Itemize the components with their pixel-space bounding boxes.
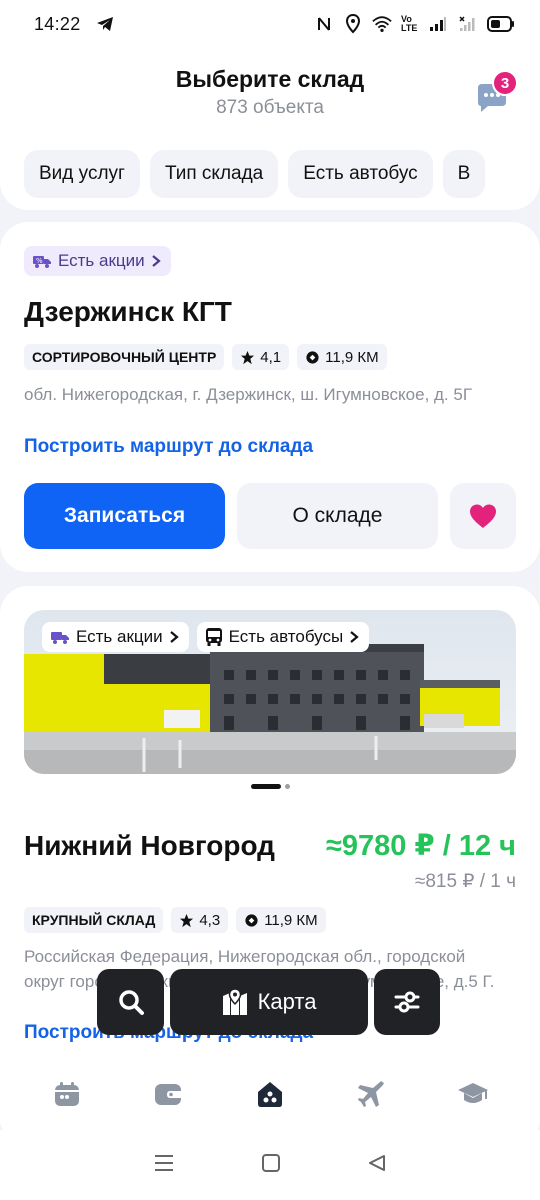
star-icon bbox=[241, 350, 255, 364]
filter-settings-button[interactable] bbox=[374, 969, 440, 1035]
pagination-dot-active bbox=[250, 784, 281, 789]
objects-count: 873 объекта bbox=[216, 97, 324, 118]
about-warehouse-button[interactable]: О складе bbox=[237, 483, 438, 549]
warehouse-name: Нижний Новгород bbox=[24, 830, 275, 861]
promo-label: Есть акции bbox=[58, 251, 145, 270]
photo-badges: Есть акции Есть автобусы bbox=[42, 622, 370, 652]
pagination-dot[interactable] bbox=[284, 784, 290, 789]
filter-chip-service-type[interactable]: Вид услуг bbox=[24, 150, 140, 198]
nav-education[interactable] bbox=[443, 1069, 503, 1119]
recent-apps-button[interactable] bbox=[153, 1154, 175, 1177]
star-icon bbox=[180, 913, 194, 927]
warehouse-type-tag: Крупный склад bbox=[24, 907, 164, 933]
distance-pin-icon bbox=[245, 913, 258, 927]
chevron-right-icon bbox=[151, 255, 161, 267]
route-link[interactable]: Построить маршрут до склада bbox=[24, 436, 313, 458]
battery-icon bbox=[486, 14, 516, 34]
warehouse-photo[interactable]: Есть акции Есть автобусы bbox=[24, 610, 516, 774]
distance-value: 11,9 КМ bbox=[264, 911, 318, 929]
distance-pin-icon bbox=[306, 350, 319, 364]
header: Выберите склад 873 объекта 3 Вид услуг Т… bbox=[0, 48, 540, 210]
signal-icon bbox=[428, 14, 448, 34]
chat-badge: 3 bbox=[492, 70, 518, 96]
nav-home[interactable] bbox=[240, 1069, 300, 1119]
warehouse-type-tag: Сортировочный центр bbox=[24, 344, 225, 370]
volte-label: Vo LTE bbox=[401, 14, 418, 33]
heart-icon bbox=[470, 504, 496, 528]
floating-action-bar: Карта bbox=[97, 969, 440, 1035]
sliders-icon bbox=[394, 991, 420, 1013]
nav-travel[interactable] bbox=[342, 1069, 402, 1119]
filter-chips: Вид услуг Тип склада Есть автобус В bbox=[24, 150, 486, 198]
svg-text:%: % bbox=[36, 257, 43, 265]
distance-value: 11,9 КМ bbox=[325, 348, 379, 366]
wallet-icon bbox=[155, 1084, 182, 1105]
warehouse-tags: Сортировочный центр 4,1 11,9 КМ bbox=[24, 344, 387, 370]
price-per-hour: ≈815 ₽ / 1 ч bbox=[414, 871, 516, 892]
menu-icon bbox=[155, 1154, 173, 1171]
promo-badge[interactable]: % Есть акции bbox=[24, 246, 171, 276]
home-icon bbox=[257, 1082, 282, 1107]
price-per-shift: ≈9780 ₽ / 12 ч bbox=[326, 830, 516, 862]
square-icon bbox=[262, 1153, 280, 1172]
wifi-icon bbox=[372, 14, 392, 34]
status-time: 14:22 bbox=[34, 13, 81, 34]
status-bar: 14:22 Vo LTE bbox=[0, 0, 540, 48]
page-title: Выберите склад bbox=[175, 66, 365, 92]
back-triangle-icon bbox=[369, 1154, 385, 1171]
favorite-button[interactable] bbox=[450, 483, 516, 549]
photo-promo-badge[interactable]: Есть акции bbox=[42, 622, 189, 652]
warehouse-card[interactable]: % Есть акции Дзержинск КГТ Сортировочный… bbox=[0, 222, 540, 572]
rating-value: 4,3 bbox=[199, 911, 221, 929]
filter-chip-more[interactable]: В bbox=[442, 150, 486, 198]
home-system-button[interactable] bbox=[261, 1153, 281, 1178]
bottom-navigation bbox=[0, 1064, 540, 1124]
filter-chip-warehouse-type[interactable]: Тип склада bbox=[149, 150, 279, 198]
signup-button[interactable]: Записаться bbox=[24, 483, 225, 549]
map-button[interactable]: Карта bbox=[170, 969, 368, 1035]
filter-chip-has-bus[interactable]: Есть автобус bbox=[288, 150, 433, 198]
distance-tag: 11,9 КМ bbox=[236, 907, 326, 933]
chat-button[interactable]: 3 bbox=[474, 70, 518, 116]
bus-icon bbox=[205, 628, 222, 646]
photo-promo-label: Есть акции bbox=[76, 627, 163, 646]
distance-tag: 11,9 КМ bbox=[297, 344, 387, 370]
nav-calendar[interactable] bbox=[37, 1069, 97, 1119]
graduation-cap-icon bbox=[458, 1083, 489, 1103]
warehouse-address: обл. Нижегородская, г. Дзержинск, ш. Игу… bbox=[24, 385, 473, 404]
photo-bus-label: Есть автобусы bbox=[228, 627, 344, 646]
signal-2-icon bbox=[457, 14, 477, 34]
warehouse-name: Дзержинск КГТ bbox=[24, 296, 232, 327]
photo-pagination bbox=[0, 784, 540, 789]
map-button-label: Карта bbox=[257, 989, 317, 1014]
map-icon bbox=[222, 988, 247, 1015]
search-icon bbox=[118, 990, 144, 1015]
rating-value: 4,1 bbox=[260, 348, 282, 366]
photo-bus-badge[interactable]: Есть автобусы bbox=[196, 622, 370, 652]
warehouse-card[interactable]: Есть акции Есть автобусы Нижний Новгород… bbox=[0, 586, 540, 1146]
nfc-icon bbox=[314, 14, 334, 34]
rating-tag: 4,3 bbox=[171, 907, 229, 933]
chevron-right-icon bbox=[350, 631, 359, 643]
chevron-right-icon bbox=[169, 631, 179, 643]
location-icon bbox=[343, 14, 363, 34]
promo-truck-icon bbox=[51, 632, 69, 644]
system-navigation bbox=[0, 1130, 540, 1200]
rating-tag: 4,1 bbox=[232, 344, 290, 370]
back-system-button[interactable] bbox=[367, 1153, 387, 1178]
nav-wallet[interactable] bbox=[138, 1069, 198, 1119]
airplane-icon bbox=[357, 1081, 384, 1107]
calendar-icon bbox=[54, 1082, 79, 1106]
telegram-icon bbox=[95, 14, 115, 34]
warehouse-tags: Крупный склад 4,3 11,9 КМ bbox=[24, 907, 326, 933]
search-button[interactable] bbox=[97, 969, 164, 1035]
promo-truck-icon: % bbox=[33, 256, 51, 268]
